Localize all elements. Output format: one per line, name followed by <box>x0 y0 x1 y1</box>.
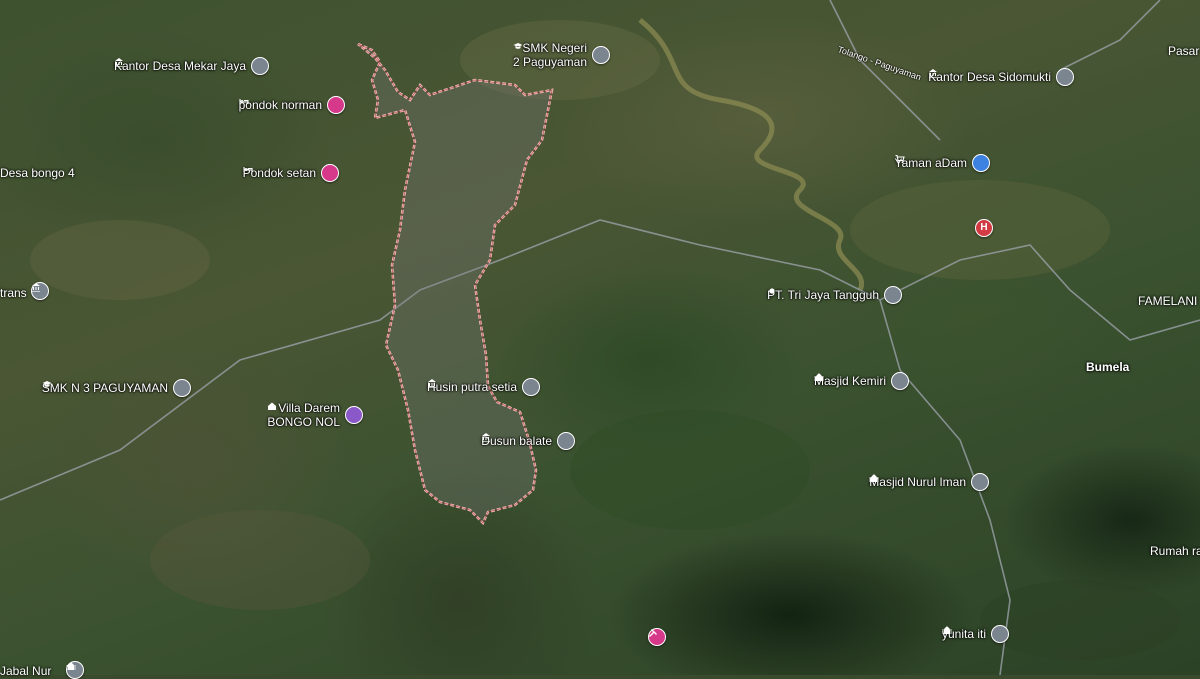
poi-hospital[interactable]: H <box>970 219 993 237</box>
area-boundary <box>357 42 554 526</box>
poi-yunita-iti[interactable]: yunita iti <box>942 625 1009 643</box>
lodging-icon <box>268 402 363 424</box>
place-rumah: Rumah ra <box>1150 544 1200 558</box>
poi-kantor-mekar-jaya[interactable]: Kantor Desa Mekar Jaya <box>114 57 269 75</box>
map-overlay <box>0 0 1200 675</box>
place-pasar: Pasar <box>1168 44 1200 58</box>
government-icon <box>929 68 1074 86</box>
place-bumela: Bumela <box>1086 360 1130 374</box>
poi-label: SMK Negeri 2 Paguyaman <box>513 41 587 69</box>
poi-masjid-nurul-iman[interactable]: Masjid Nurul Iman <box>869 473 989 491</box>
poi-label: Masjid Nurul Iman <box>869 475 966 489</box>
poi-label-line2: 2 Paguyaman <box>512 55 587 69</box>
mosque-icon <box>814 372 909 390</box>
poi-label: Villa Darem BONGO NOL <box>267 401 340 429</box>
poi-yaman-adam[interactable]: Yaman aDam <box>895 154 990 172</box>
poi-label: Kantor Desa Sidomukti <box>928 70 1051 84</box>
poi-label: pondok norman <box>238 98 322 112</box>
hotel-icon <box>239 96 345 114</box>
poi-villa-darem[interactable]: Villa Darem BONGO NOL <box>267 401 363 429</box>
terrain-texture <box>30 20 1180 660</box>
poi-label: Husin putra setia <box>426 380 517 394</box>
hotel-icon <box>243 164 339 182</box>
shopping-icon <box>895 154 990 172</box>
poi-pondok-setan[interactable]: Pondok setan <box>243 164 339 182</box>
poi-label: Kantor Desa Mekar Jaya <box>113 59 246 73</box>
hospital-icon: H <box>975 219 993 237</box>
poi-smk-n-3[interactable]: SMK N 3 PAGUYAMAN <box>42 379 191 397</box>
poi-trans-marker[interactable] <box>31 282 49 300</box>
government-icon <box>482 432 575 450</box>
place-desa-bongo: Desa bongo 4 <box>0 166 75 180</box>
poi-label-line1: Villa Darem <box>278 401 340 415</box>
poi-label-line1: SMK Negeri <box>522 41 587 55</box>
location-dot-icon <box>769 286 902 304</box>
poi-label: Masjid Kemiri <box>813 374 886 388</box>
poi-dusun-balate[interactable]: Dusun balate <box>481 432 575 450</box>
school-icon <box>513 43 610 64</box>
poi-pondok-norman[interactable]: pondok norman <box>239 96 345 114</box>
poi-masjid-kemiri[interactable]: Masjid Kemiri <box>814 372 909 390</box>
river <box>638 18 865 292</box>
mosque-icon <box>942 625 1009 643</box>
poi-smk-negeri-2[interactable]: SMK Negeri 2 Paguyaman <box>513 41 610 69</box>
poi-pt-tri-jaya[interactable]: PT. Tri Jaya Tangguh <box>767 286 902 304</box>
school-icon <box>42 379 191 397</box>
poi-label: Pondok setan <box>242 166 316 180</box>
poi-kantor-sidomukti[interactable]: Kantor Desa Sidomukti <box>928 68 1074 86</box>
place-famelani: FAMELANI <box>1138 294 1198 308</box>
poi-jabal-marker[interactable] <box>66 661 84 679</box>
government-icon <box>31 282 49 300</box>
tools-icon <box>648 628 666 646</box>
poi-label: SMK N 3 PAGUYAMAN <box>41 381 168 395</box>
mosque-icon <box>869 473 989 491</box>
mosque-icon <box>66 661 84 679</box>
poi-label: Yaman aDam <box>894 156 967 170</box>
place-trans: trans <box>0 286 27 300</box>
poi-label: PT. Tri Jaya Tangguh <box>767 288 879 302</box>
government-icon <box>114 57 269 75</box>
poi-label-line2: BONGO NOL <box>267 415 340 429</box>
government-icon <box>427 378 540 396</box>
satellite-map[interactable]: Tolango - Paguyaman Pasar FAMELANI Bumel… <box>0 0 1200 679</box>
poi-husin-putra-setia[interactable]: Husin putra setia <box>427 378 540 396</box>
poi-tools-shop[interactable] <box>648 628 666 646</box>
place-jabal-nur: Jabal Nur <box>0 664 52 678</box>
poi-label: Dusun balate <box>481 434 552 448</box>
